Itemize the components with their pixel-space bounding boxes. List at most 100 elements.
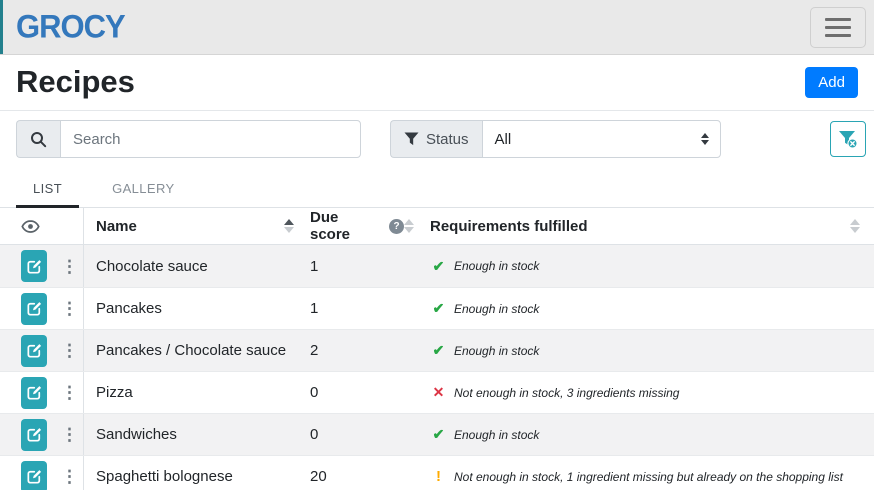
table-row: ⋮ Pizza 0 ✕ Not enough in stock, 3 ingre… — [0, 371, 874, 413]
status-select-value: All — [495, 131, 512, 148]
row-actions: ⋮ — [0, 414, 84, 455]
edit-pencil-icon — [26, 258, 43, 275]
edit-recipe-button[interactable] — [21, 377, 47, 409]
eye-icon — [21, 219, 40, 234]
status-text: Enough in stock — [454, 428, 539, 442]
recipe-requirements: ✔ Enough in stock — [420, 245, 874, 287]
recipe-requirements: ✔ Enough in stock — [420, 330, 874, 371]
status-select[interactable]: All — [482, 120, 721, 158]
recipe-name[interactable]: Pizza — [84, 372, 300, 413]
sort-asc-icon — [284, 219, 294, 233]
name-column-label: Name — [96, 218, 137, 235]
recipe-due-score: 1 — [300, 288, 420, 329]
filter-bar: Status All — [0, 111, 874, 166]
row-actions: ⋮ — [0, 245, 84, 287]
recipe-due-score: 0 — [300, 414, 420, 455]
tab-gallery[interactable]: GALLERY — [95, 170, 192, 208]
edit-pencil-icon — [26, 468, 43, 485]
search-group — [16, 120, 361, 158]
table-row: ⋮ Pancakes / Chocolate sauce 2 ✔ Enough … — [0, 329, 874, 371]
clear-filters-button[interactable] — [830, 121, 866, 157]
sort-icon — [850, 219, 860, 233]
edit-recipe-button[interactable] — [21, 250, 47, 282]
recipe-requirements: ✔ Enough in stock — [420, 288, 874, 329]
filter-icon — [404, 132, 419, 146]
row-menu-kebab-icon[interactable]: ⋮ — [56, 296, 83, 321]
search-input[interactable] — [60, 120, 361, 158]
help-question-icon[interactable]: ? — [389, 219, 404, 234]
recipe-due-score: 2 — [300, 330, 420, 371]
exclamation-icon: ! — [431, 468, 446, 485]
edit-pencil-icon — [26, 342, 43, 359]
edit-recipe-button[interactable] — [21, 461, 47, 490]
name-column-header[interactable]: Name — [84, 208, 300, 244]
tab-list[interactable]: LIST — [16, 170, 79, 208]
sidebar-edge — [0, 0, 3, 54]
due-score-column-header[interactable]: Due score ? — [300, 208, 420, 244]
grocy-logo[interactable]: GROCY — [16, 8, 125, 46]
edit-pencil-icon — [26, 300, 43, 317]
status-text: Enough in stock — [454, 344, 539, 358]
edit-recipe-button[interactable] — [21, 335, 47, 367]
navbar-toggler-button[interactable] — [810, 7, 866, 48]
page-title: Recipes — [16, 64, 135, 100]
recipe-name[interactable]: Pancakes — [84, 288, 300, 329]
grocy-app: GROCY Recipes Add — [0, 0, 874, 490]
add-recipe-button[interactable]: Add — [805, 67, 858, 98]
row-menu-kebab-icon[interactable]: ⋮ — [56, 338, 83, 363]
recipe-requirements: ! Not enough in stock, 1 ingredient miss… — [420, 456, 874, 490]
row-actions: ⋮ — [0, 372, 84, 413]
row-menu-kebab-icon[interactable]: ⋮ — [56, 464, 83, 489]
filter-remove-icon — [838, 130, 858, 149]
sort-icon — [404, 219, 414, 233]
row-actions: ⋮ — [0, 456, 84, 490]
status-prepend: Status — [390, 120, 482, 158]
row-menu-kebab-icon[interactable]: ⋮ — [56, 380, 83, 405]
row-menu-kebab-icon[interactable]: ⋮ — [56, 422, 83, 447]
recipe-name[interactable]: Pancakes / Chocolate sauce — [84, 330, 300, 371]
row-actions: ⋮ — [0, 330, 84, 371]
recipe-name[interactable]: Sandwiches — [84, 414, 300, 455]
check-icon: ✔ — [431, 342, 446, 359]
recipe-due-score: 20 — [300, 456, 420, 490]
requirements-column-header[interactable]: Requirements fulfilled — [420, 208, 874, 244]
status-text: Enough in stock — [454, 302, 539, 316]
x-icon: ✕ — [431, 384, 446, 401]
column-visibility-header[interactable] — [0, 208, 84, 244]
view-tabs: LIST GALLERY — [0, 170, 874, 208]
search-icon — [30, 131, 47, 148]
table-row: ⋮ Sandwiches 0 ✔ Enough in stock — [0, 413, 874, 455]
check-icon: ✔ — [431, 258, 446, 275]
top-navbar: GROCY — [0, 0, 874, 55]
edit-recipe-button[interactable] — [21, 419, 47, 451]
row-menu-kebab-icon[interactable]: ⋮ — [56, 254, 83, 279]
table-body: ⋮ Chocolate sauce 1 ✔ Enough in stock — [0, 245, 874, 490]
recipe-name[interactable]: Spaghetti bolognese — [84, 456, 300, 490]
edit-pencil-icon — [26, 426, 43, 443]
check-icon: ✔ — [431, 426, 446, 443]
page-header: Recipes Add — [0, 55, 874, 111]
check-icon: ✔ — [431, 300, 446, 317]
requirements-column-label: Requirements fulfilled — [430, 218, 588, 235]
recipe-due-score: 1 — [300, 245, 420, 287]
recipe-requirements: ✕ Not enough in stock, 3 ingredients mis… — [420, 372, 874, 413]
recipe-name[interactable]: Chocolate sauce — [84, 245, 300, 287]
recipe-requirements: ✔ Enough in stock — [420, 414, 874, 455]
recipe-due-score: 0 — [300, 372, 420, 413]
select-caret-icon — [701, 133, 709, 145]
search-prepend — [16, 120, 60, 158]
table-row: ⋮ Spaghetti bolognese 20 ! Not enough in… — [0, 455, 874, 490]
due-score-column-label: Due score — [310, 209, 382, 243]
table-row: ⋮ Pancakes 1 ✔ Enough in stock — [0, 287, 874, 329]
status-text: Not enough in stock, 3 ingredients missi… — [454, 386, 679, 400]
status-filter-group: Status All — [390, 120, 721, 158]
table-header-row: Name Due score ? Requirements fulfilled — [0, 208, 874, 245]
edit-pencil-icon — [26, 384, 43, 401]
hamburger-icon — [825, 18, 851, 37]
status-text: Not enough in stock, 1 ingredient missin… — [454, 470, 843, 484]
row-actions: ⋮ — [0, 288, 84, 329]
edit-recipe-button[interactable] — [21, 293, 47, 325]
status-filter-label: Status — [426, 131, 469, 148]
recipes-table: Name Due score ? Requirements fulfilled — [0, 208, 874, 490]
status-text: Enough in stock — [454, 259, 539, 273]
